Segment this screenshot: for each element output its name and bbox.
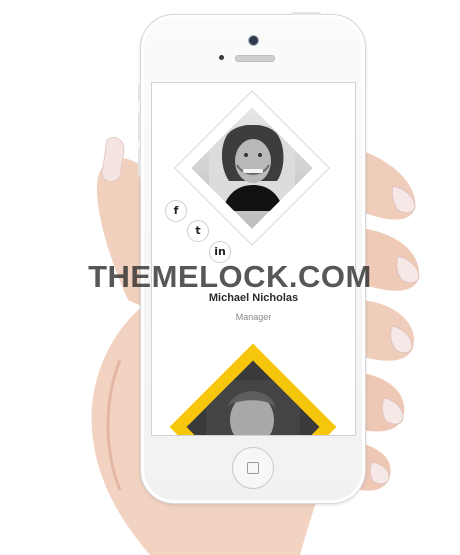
front-camera — [248, 35, 259, 46]
twitter-icon[interactable]: t — [187, 220, 209, 242]
mute-switch — [138, 85, 141, 101]
profile-photo — [191, 107, 313, 229]
watermark-text: THEMELOCK.COM — [88, 259, 372, 294]
volume-down-button — [138, 149, 141, 177]
profile-photo-frame — [174, 90, 330, 246]
profile-role: Manager — [235, 312, 272, 322]
profile-photo-frame-2 — [169, 343, 337, 435]
proximity-sensor — [219, 55, 224, 60]
mockup-scene: f t in Michael Nicholas Manager THEMELOC… — [0, 0, 460, 555]
home-button[interactable] — [232, 447, 274, 489]
home-button-icon — [247, 462, 259, 474]
portrait-image — [191, 107, 313, 229]
volume-up-button — [138, 113, 141, 141]
earpiece-speaker — [235, 55, 275, 62]
power-button — [291, 12, 321, 15]
facebook-icon[interactable]: f — [165, 200, 187, 222]
